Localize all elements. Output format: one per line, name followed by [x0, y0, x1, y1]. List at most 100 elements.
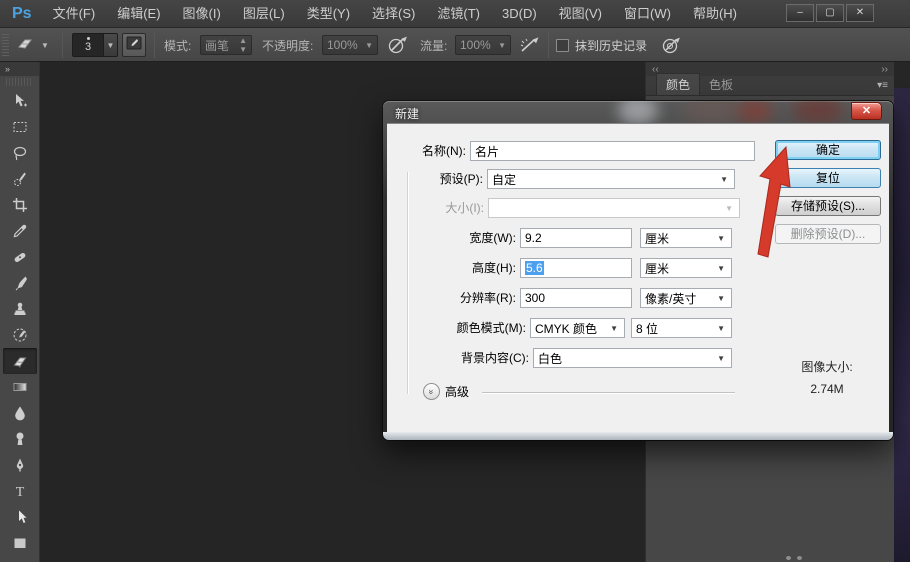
menu-type[interactable]: 类型(Y) [296, 0, 361, 28]
dock-collapse-right-icon[interactable]: ›› [881, 64, 888, 75]
brush-size-widget[interactable]: 3 ▼ [72, 28, 118, 62]
mode-dropdown[interactable]: 画笔▲▼ [200, 35, 252, 55]
tool-preset-picker[interactable]: ▼ [16, 28, 49, 62]
resolution-input[interactable] [520, 288, 632, 308]
opacity-dropdown[interactable]: 100%▼ [322, 35, 378, 55]
chevron-down-icon: ▼ [717, 324, 727, 333]
crop-icon [12, 197, 28, 213]
brush-icon [12, 275, 28, 291]
tool-rectangle[interactable] [3, 530, 37, 556]
menu-filter[interactable]: 滤镜(T) [426, 0, 491, 28]
ok-button[interactable]: 确定 [775, 140, 881, 160]
bit-depth-dropdown[interactable]: 8 位▼ [631, 318, 732, 338]
rectangle-icon [12, 535, 28, 551]
preset-label: 预设(P): [393, 169, 483, 189]
menu-window[interactable]: 窗口(W) [613, 0, 682, 28]
tool-spot-healing-brush[interactable] [3, 244, 37, 270]
dialog-bottom-frame [383, 432, 893, 440]
minimize-button[interactable]: – [786, 4, 814, 22]
tools-collapse-chevron[interactable]: ›› [0, 62, 39, 76]
chevron-down-icon: ▼ [610, 324, 620, 333]
chevron-down-icon: ▼ [717, 354, 727, 363]
airbrush-icon[interactable] [518, 28, 542, 62]
color-mode-dropdown[interactable]: CMYK 颜色▼ [530, 318, 625, 338]
tablet-pressure-icon[interactable] [660, 28, 682, 62]
flow-dropdown[interactable]: 100%▼ [455, 35, 511, 55]
erase-to-history-checkbox[interactable] [556, 39, 569, 52]
reset-button[interactable]: 复位 [775, 168, 881, 188]
svg-text:T: T [15, 485, 24, 499]
resolution-unit-dropdown[interactable]: 像素/英寸▼ [640, 288, 732, 308]
tool-history-brush[interactable] [3, 322, 37, 348]
quick-selection-icon [12, 171, 28, 187]
tab-swatches[interactable]: 色板 [700, 74, 742, 95]
tool-eyedropper[interactable] [3, 218, 37, 244]
background-contents-label: 背景内容(C): [393, 348, 529, 368]
tool-crop[interactable] [3, 192, 37, 218]
tab-color[interactable]: 颜色 [656, 73, 700, 95]
advanced-expander-button[interactable]: » [423, 383, 440, 400]
tool-type[interactable]: T [3, 478, 37, 504]
background-contents-dropdown[interactable]: 白色▼ [533, 348, 732, 368]
color-mode-label: 颜色模式(M): [393, 318, 526, 338]
width-input[interactable] [520, 228, 632, 248]
chevron-down-icon: ▼ [359, 41, 373, 50]
menu-3d[interactable]: 3D(D) [491, 0, 548, 28]
updown-arrows-icon: ▲▼ [233, 36, 247, 54]
tool-gradient[interactable] [3, 374, 37, 400]
menu-edit[interactable]: 编辑(E) [106, 0, 171, 28]
chevron-down-icon: ▼ [720, 175, 730, 184]
dialog-title: 新建 [395, 105, 419, 122]
tool-eraser[interactable] [3, 348, 37, 374]
width-unit-dropdown[interactable]: 厘米▼ [640, 228, 732, 248]
menu-layer[interactable]: 图层(L) [232, 0, 296, 28]
options-bar-grip[interactable] [2, 34, 9, 56]
menu-image[interactable]: 图像(I) [172, 0, 232, 28]
chevron-down-icon: ▼ [717, 294, 727, 303]
resolution-label: 分辨率(R): [393, 288, 516, 308]
tool-dodge[interactable] [3, 426, 37, 452]
eraser-preset-icon [16, 35, 38, 56]
tools-panel: ›› T [0, 62, 40, 562]
blur-icon [12, 405, 28, 421]
height-input[interactable]: 5.6 [520, 258, 632, 278]
chevron-down-icon: ▼ [725, 204, 735, 213]
flow-label: 流量: [420, 28, 447, 62]
panel-menu-icon[interactable]: ▾≡ [877, 80, 888, 91]
image-size-value: 2.74M [757, 382, 897, 396]
dialog-close-button[interactable]: ✕ [851, 102, 882, 120]
tool-quick-selection[interactable] [3, 166, 37, 192]
rectangular-marquee-icon [12, 119, 28, 135]
menu-select[interactable]: 选择(S) [361, 0, 426, 28]
tool-blur[interactable] [3, 400, 37, 426]
size-dropdown: ▼ [488, 198, 740, 218]
type-icon: T [12, 483, 28, 499]
pressure-opacity-icon[interactable] [386, 28, 408, 62]
lasso-icon [12, 145, 28, 161]
brush-size-dropdown-arrow[interactable]: ▼ [104, 33, 118, 57]
tool-pen[interactable] [3, 452, 37, 478]
tool-brush[interactable] [3, 270, 37, 296]
window-close-button[interactable]: ✕ [846, 4, 874, 22]
erase-to-history-option[interactable]: 抹到历史记录 [556, 28, 647, 62]
tool-clone-stamp[interactable] [3, 296, 37, 322]
menu-help[interactable]: 帮助(H) [682, 0, 748, 28]
menu-file[interactable]: 文件(F) [42, 0, 107, 28]
height-unit-dropdown[interactable]: 厘米▼ [640, 258, 732, 278]
tool-move[interactable] [3, 88, 37, 114]
toggle-brush-panel-button[interactable] [122, 33, 146, 57]
selected-text: 5.6 [525, 261, 544, 275]
name-input[interactable] [470, 141, 755, 161]
menu-view[interactable]: 视图(V) [548, 0, 613, 28]
gradient-icon [12, 379, 28, 395]
dialog-titlebar[interactable] [383, 101, 893, 123]
save-preset-button[interactable]: 存储预设(S)... [775, 196, 881, 216]
chevron-down-icon: ▼ [41, 41, 49, 50]
maximize-button[interactable]: ▢ [816, 4, 844, 22]
tool-rectangular-marquee[interactable] [3, 114, 37, 140]
tools-grip[interactable] [6, 78, 33, 86]
tool-lasso[interactable] [3, 140, 37, 166]
tool-path-selection[interactable] [3, 504, 37, 530]
color-panel-tabs: 颜色色板 ▾≡ [646, 76, 894, 96]
preset-dropdown[interactable]: 自定▼ [487, 169, 735, 189]
